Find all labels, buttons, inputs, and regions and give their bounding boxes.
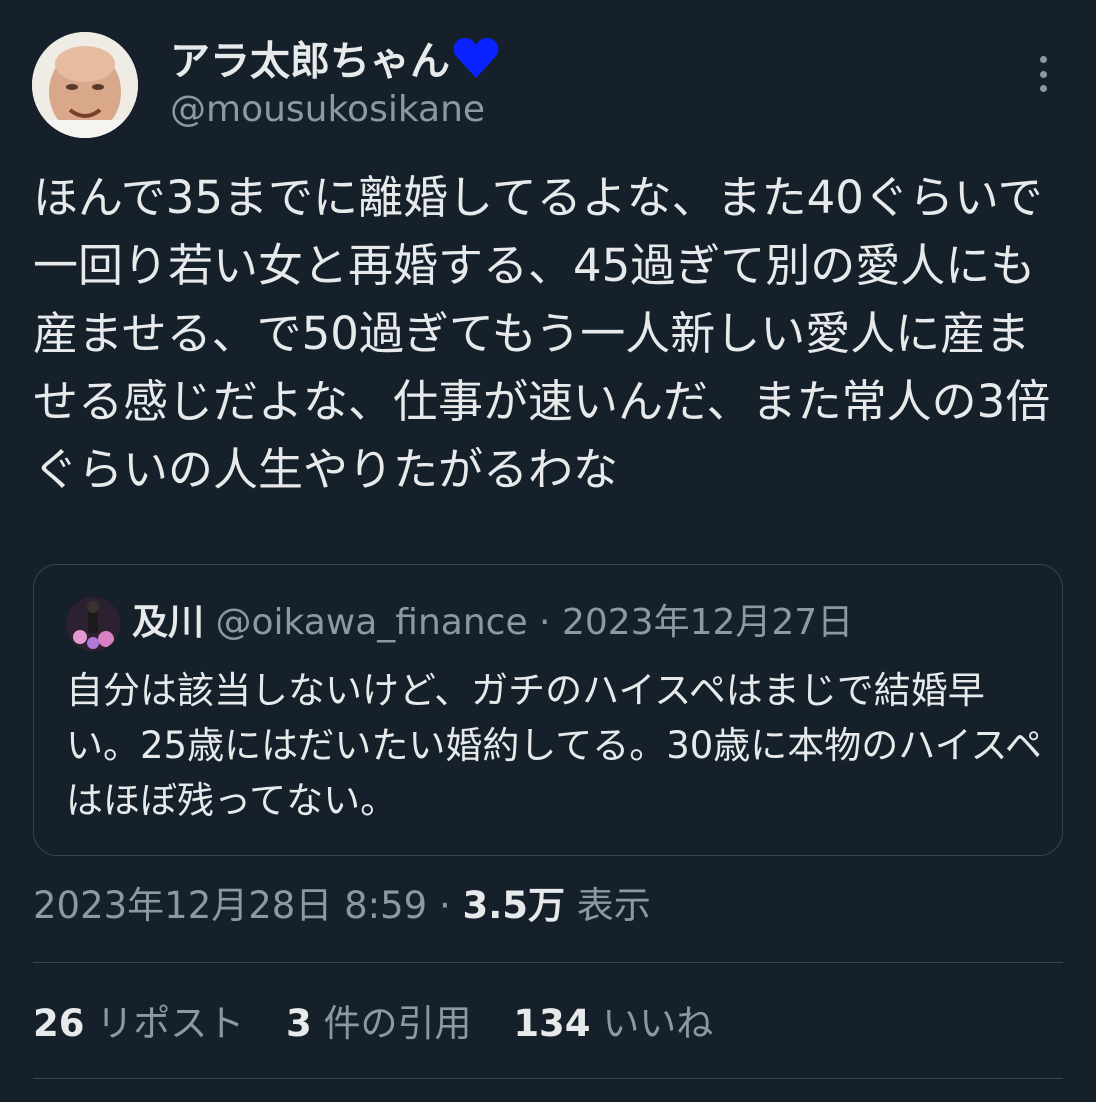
divider xyxy=(33,962,1063,963)
views-label: 表示 xyxy=(576,884,651,927)
quotes-count: 3 xyxy=(286,1002,312,1045)
quotes-stat[interactable]: 3 件の引用 xyxy=(286,1002,472,1045)
more-options-icon[interactable] xyxy=(1026,56,1060,92)
quoted-author-name[interactable]: 及川 xyxy=(132,602,204,643)
quoted-date[interactable]: 2023年12月27日 xyxy=(562,602,853,643)
quotes-label: 件の引用 xyxy=(323,1002,472,1045)
tweet-timestamp[interactable]: 2023年12月28日 8:59 xyxy=(33,884,427,927)
tweet-meta: 2023年12月28日 8:59 · 3.5万 表示 xyxy=(33,880,651,932)
quoted-text: 自分は該当しないけど、ガチのハイスペはまじで結婚早い。25歳にはだいたい婚約して… xyxy=(66,669,1042,822)
quoted-tweet[interactable]: 及川 @oikawa_finance · 2023年12月27日 自分は該当しな… xyxy=(33,564,1063,856)
divider xyxy=(33,1078,1063,1079)
author-handle[interactable]: @mousukosikane xyxy=(170,88,485,132)
likes-label: いいね xyxy=(602,1002,714,1045)
likes-count: 134 xyxy=(513,1002,591,1045)
quoted-author-avatar[interactable] xyxy=(66,597,120,651)
reposts-count: 26 xyxy=(33,1002,85,1045)
author-avatar[interactable] xyxy=(32,32,138,138)
likes-stat[interactable]: 134 いいね xyxy=(513,1002,713,1045)
quoted-header: 及川 @oikawa_finance · 2023年12月27日 xyxy=(132,599,853,647)
quoted-separator: · xyxy=(539,602,551,643)
author-name-text: アラ太郎ちゃん xyxy=(170,38,450,85)
reposts-stat[interactable]: 26 リポスト xyxy=(33,1002,244,1045)
quoted-author-handle[interactable]: @oikawa_finance xyxy=(215,602,527,643)
author-display-name[interactable]: アラ太郎ちゃん xyxy=(170,36,500,91)
views-count: 3.5万 xyxy=(462,884,566,927)
engagement-stats: 26 リポスト 3 件の引用 134 いいね xyxy=(33,998,743,1050)
reposts-label: リポスト xyxy=(96,1002,245,1045)
meta-separator: · xyxy=(438,884,451,927)
heart-emoji-icon xyxy=(452,36,500,91)
tweet-text: ほんで35までに離婚してるよな、また40ぐらいで一回り若い女と再婚する、45過ぎ… xyxy=(33,171,1051,496)
